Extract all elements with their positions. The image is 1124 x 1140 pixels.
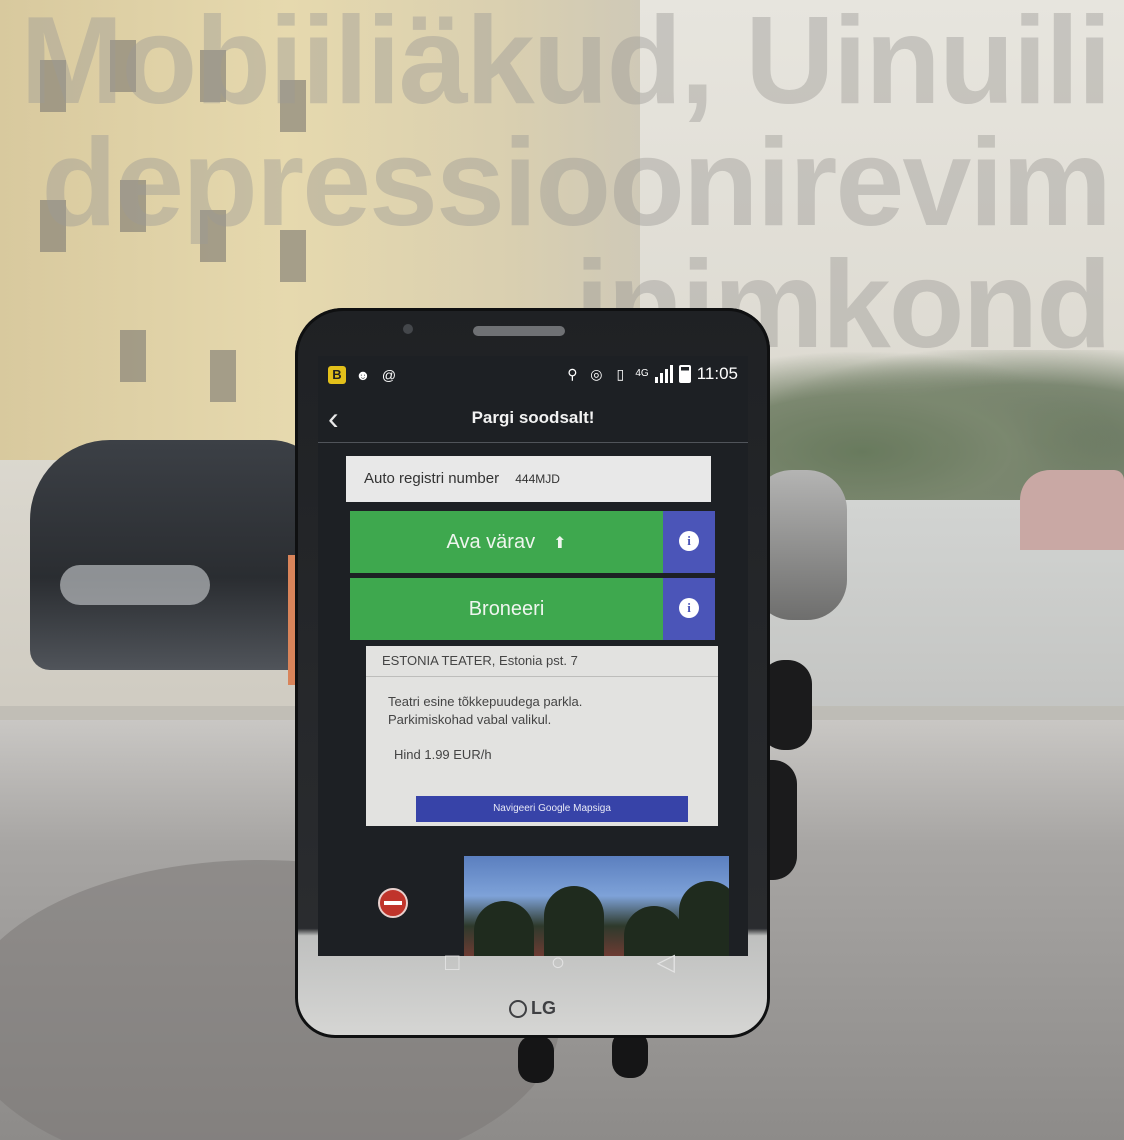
no-entry-sign bbox=[378, 888, 408, 918]
open-gate-row: Ava värav ⬆ i bbox=[350, 511, 715, 573]
reserve-button[interactable]: Broneeri bbox=[350, 578, 663, 640]
description-line: Teatri esine tõkkepuudega parkla. bbox=[388, 694, 583, 709]
open-gate-label: Ava värav bbox=[446, 531, 536, 553]
camera-preview bbox=[464, 856, 729, 956]
sync-icon: ◎ bbox=[590, 366, 603, 382]
triangle-back-icon[interactable]: ◁ bbox=[657, 948, 675, 978]
car-headlight bbox=[60, 565, 210, 605]
registration-label: Auto registri number bbox=[364, 470, 500, 487]
network-type: 4G bbox=[635, 368, 649, 379]
parking-info-card: ESTONIA TEATER, Estonia pst. 7 Teatri es… bbox=[366, 646, 718, 826]
parked-car-right bbox=[1020, 470, 1124, 550]
battery-icon bbox=[678, 365, 691, 383]
rotate-icon: ▯ bbox=[616, 366, 625, 382]
phone-screen: B ☻ @ ⚲ ◎ ▯ 4G 11:05 ‹ Pargi soodsalt! A… bbox=[318, 356, 748, 956]
front-camera bbox=[403, 324, 413, 334]
app-header: ‹ Pargi soodsalt! bbox=[318, 396, 748, 443]
info-icon: i bbox=[679, 598, 699, 618]
headline-line: Mobiiliäkud, Uinuili bbox=[20, 0, 1110, 122]
lg-logo-icon bbox=[509, 1000, 527, 1019]
notification-badge: B bbox=[328, 366, 346, 384]
chat-icon: ☻ bbox=[355, 367, 371, 383]
status-time: 11:05 bbox=[696, 364, 738, 383]
open-gate-info-button[interactable]: i bbox=[663, 511, 715, 573]
open-gate-button[interactable]: Ava värav ⬆ bbox=[350, 511, 663, 573]
description-line: Parkimiskohad vabal valikul. bbox=[388, 712, 552, 727]
reserve-info-button[interactable]: i bbox=[663, 578, 715, 640]
registration-field[interactable]: Auto registri number 444MJD bbox=[346, 456, 711, 502]
smartphone: B ☻ @ ⚲ ◎ ▯ 4G 11:05 ‹ Pargi soodsalt! A… bbox=[295, 308, 770, 1038]
holder-foot bbox=[518, 1035, 554, 1083]
photo-scene: Mobiiliäkud, Uinuili depressioonirevim i… bbox=[0, 0, 1124, 1140]
brand-logo: LG bbox=[295, 998, 770, 1019]
navigate-google-maps-button[interactable]: Navigeeri Google Mapsiga bbox=[416, 796, 688, 822]
parking-price: Hind 1.99 EUR/h bbox=[394, 747, 492, 762]
square-icon[interactable]: □ bbox=[445, 948, 460, 978]
arrow-up-icon: ⬆ bbox=[553, 535, 567, 552]
reserve-label: Broneeri bbox=[468, 598, 545, 620]
earpiece-speaker bbox=[473, 326, 565, 336]
parking-description: Teatri esine tõkkepuudega parkla. Parkim… bbox=[366, 677, 718, 729]
at-icon: @ bbox=[381, 367, 397, 383]
app-title: Pargi soodsalt! bbox=[471, 408, 595, 427]
location-pin-icon: ⚲ bbox=[567, 366, 578, 382]
parking-location: ESTONIA TEATER, Estonia pst. 7 bbox=[366, 646, 718, 677]
parked-car bbox=[30, 440, 330, 670]
registration-value: 444MJD bbox=[515, 472, 560, 486]
status-bar: B ☻ @ ⚲ ◎ ▯ 4G 11:05 bbox=[318, 362, 748, 392]
signal-icon bbox=[654, 365, 673, 383]
circle-home-icon[interactable]: ○ bbox=[551, 948, 566, 978]
reserve-row: Broneeri i bbox=[350, 578, 715, 640]
brand-name: LG bbox=[531, 998, 556, 1018]
headline-line: depressioonirevim bbox=[41, 122, 1110, 244]
info-icon: i bbox=[679, 531, 699, 551]
android-nav-bar: □ ○ ◁ bbox=[445, 948, 675, 978]
